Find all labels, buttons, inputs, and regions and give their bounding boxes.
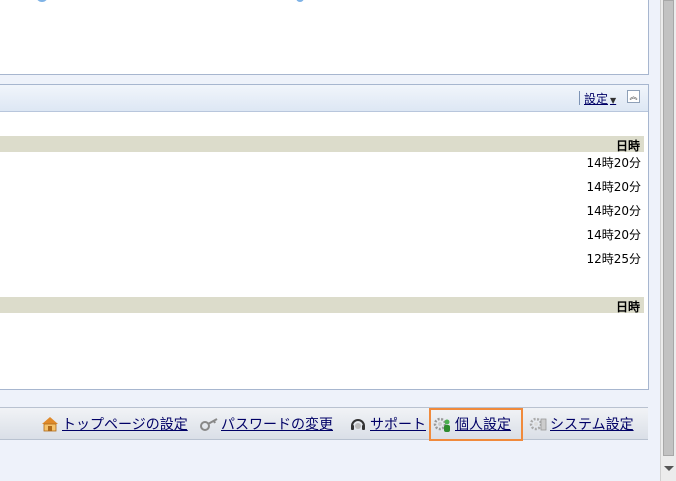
settings-menu-label: 設定 [584,92,609,106]
change-password-link[interactable]: パスワードの変更 [199,414,333,434]
system-settings-link[interactable]: システム設定 [528,414,634,434]
partial-glyph [296,0,304,2]
change-password-label: パスワードの変更 [221,417,333,433]
table-row-time: 14時20分 [586,156,641,170]
header-divider [579,91,580,105]
support-headset-icon [351,419,365,430]
table-header-1: 日時 [0,136,644,153]
partial-glyph [36,0,48,2]
portlet: 設定 ▼ ︽ 日時 14時20分 14時20分 14時20分 14時20分 12時… [0,84,649,390]
collapse-up-icon[interactable]: ︽ [627,90,640,103]
system-settings-label: システム設定 [550,417,634,433]
table-row-time: 14時20分 [586,204,641,218]
column-header-datetime: 日時 [615,300,640,314]
table-row-time: 14時20分 [586,180,641,194]
home-settings-icon [42,417,58,432]
table-header-2: 日時 [0,297,644,314]
chevron-down-icon: ▼ [610,96,617,105]
table-row-time: 14時20分 [586,228,641,242]
scroll-down-arrow-icon[interactable] [664,466,674,471]
portlet-header: 設定 ▼ ︽ [0,84,648,112]
table-row-time: 12時25分 [586,252,641,266]
system-settings-icon [529,417,547,431]
vertical-scrollbar[interactable] [660,0,676,481]
settings-menu[interactable]: 設定 ▼ [584,90,616,107]
scrollbar-thumb[interactable] [663,0,674,456]
selected-link-highlight [429,408,523,441]
key-icon [200,418,218,431]
top-page-settings-link[interactable]: トップページの設定 [40,414,188,434]
top-page-settings-label: トップページの設定 [62,417,188,433]
top-panel [0,0,649,75]
support-link[interactable]: サポート [348,414,426,434]
column-header-datetime: 日時 [615,139,640,153]
footer-link-bar: トップページの設定 パスワードの変更 サポート 個人設定 システム設定 [0,407,648,441]
support-label: サポート [370,417,426,433]
